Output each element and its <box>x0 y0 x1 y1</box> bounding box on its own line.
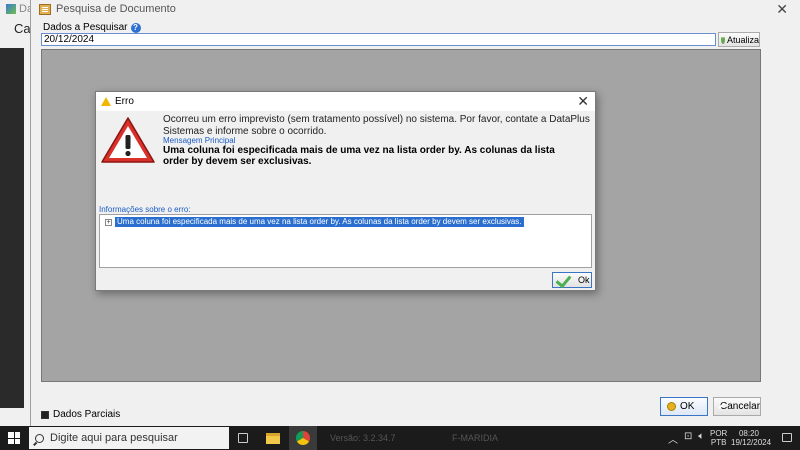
volume-icon[interactable]: 🔈︎ <box>698 431 704 446</box>
error-warning-icon <box>101 117 155 163</box>
error-dialog-title: Erro <box>115 96 134 107</box>
windows-logo-icon <box>8 432 20 444</box>
language-line2: PTB <box>710 438 727 447</box>
main-message-label: Mensagem Principal <box>163 136 236 145</box>
ok-icon <box>667 402 676 411</box>
search-input[interactable]: 20/12/2024 <box>41 33 716 46</box>
error-info-label: Informações sobre o erro: <box>99 205 191 214</box>
app-icon <box>6 4 16 14</box>
task-view-icon[interactable] <box>238 433 248 443</box>
warning-icon <box>101 97 111 106</box>
clock-date: 19/12/2024 <box>731 438 772 447</box>
system-tray: ︿ ⊡ 🔈︎ <box>668 431 704 446</box>
expand-icon[interactable]: + <box>105 218 112 226</box>
tray-chevron-icon[interactable]: ︿ <box>668 431 678 446</box>
tree-item-text[interactable]: Uma coluna foi especificada mais de uma … <box>115 217 524 227</box>
search-window-close-button[interactable]: ✕ <box>776 1 788 18</box>
refresh-button-label: Atualiza <box>727 34 760 45</box>
partial-data-checkbox[interactable] <box>41 410 49 419</box>
start-button[interactable] <box>0 426 28 450</box>
chrome-icon[interactable] <box>296 431 310 445</box>
taskbar-faded-user: F-MARIDIA <box>452 433 498 443</box>
clock-time: 08:20 <box>738 429 760 438</box>
main-message-text: Uma coluna foi especificada mais de uma … <box>163 145 555 167</box>
taskbar-search[interactable]: Digite aqui para pesquisar <box>29 427 229 449</box>
error-ok-button[interactable]: Ok <box>552 272 592 288</box>
error-ok-button-label: Ok <box>578 275 590 285</box>
cancel-button-label: Cancelar <box>720 401 761 412</box>
search-window-title: Pesquisa de Documento <box>56 3 176 15</box>
file-explorer-icon[interactable] <box>266 433 280 444</box>
taskbar-search-placeholder: Digite aqui para pesquisar <box>50 432 178 444</box>
ok-button[interactable]: OK <box>660 397 708 416</box>
network-icon[interactable]: ⊡ <box>684 431 692 446</box>
search-field-label-text: Dados a Pesquisar <box>43 22 128 33</box>
language-line1: POR <box>710 429 728 438</box>
error-message: Ocorreu um erro imprevisto (sem tratamen… <box>163 114 590 137</box>
partial-data-label: Dados Parciais <box>53 409 121 420</box>
error-info-tree[interactable]: + Uma coluna foi especificada mais de um… <box>99 214 592 268</box>
search-icon <box>35 433 44 443</box>
taskbar: Digite aqui para pesquisar Versão: 3.2.3… <box>0 426 800 450</box>
partial-data-option[interactable]: Dados Parciais <box>41 409 120 420</box>
error-dialog-titlebar: Erro <box>96 92 595 111</box>
checkmark-icon <box>556 274 572 286</box>
help-icon[interactable]: ? <box>130 22 141 33</box>
refresh-icon <box>721 35 725 44</box>
search-window-titlebar: Pesquisa de Documento <box>31 0 800 18</box>
document-icon <box>39 3 51 15</box>
search-field-label: Dados a Pesquisar ? <box>43 22 141 33</box>
refresh-button[interactable]: Atualiza <box>718 32 760 47</box>
clock[interactable]: 08:20 19/12/2024 <box>731 429 772 447</box>
notification-icon[interactable] <box>782 433 792 442</box>
cancel-button[interactable]: Cancelar <box>713 397 761 416</box>
taskbar-faded-version: Versão: 3.2.34.7 <box>330 433 396 443</box>
error-dialog-close-button[interactable]: ✕ <box>577 93 589 110</box>
tree-item[interactable]: + Uma coluna foi especificada mais de um… <box>105 217 524 227</box>
ok-button-label: OK <box>680 401 695 412</box>
language-indicator[interactable]: POR PTB <box>710 429 727 447</box>
background-panel-left <box>0 48 24 408</box>
error-dialog: Erro ✕ Ocorreu um erro imprevisto (sem t… <box>95 91 596 291</box>
